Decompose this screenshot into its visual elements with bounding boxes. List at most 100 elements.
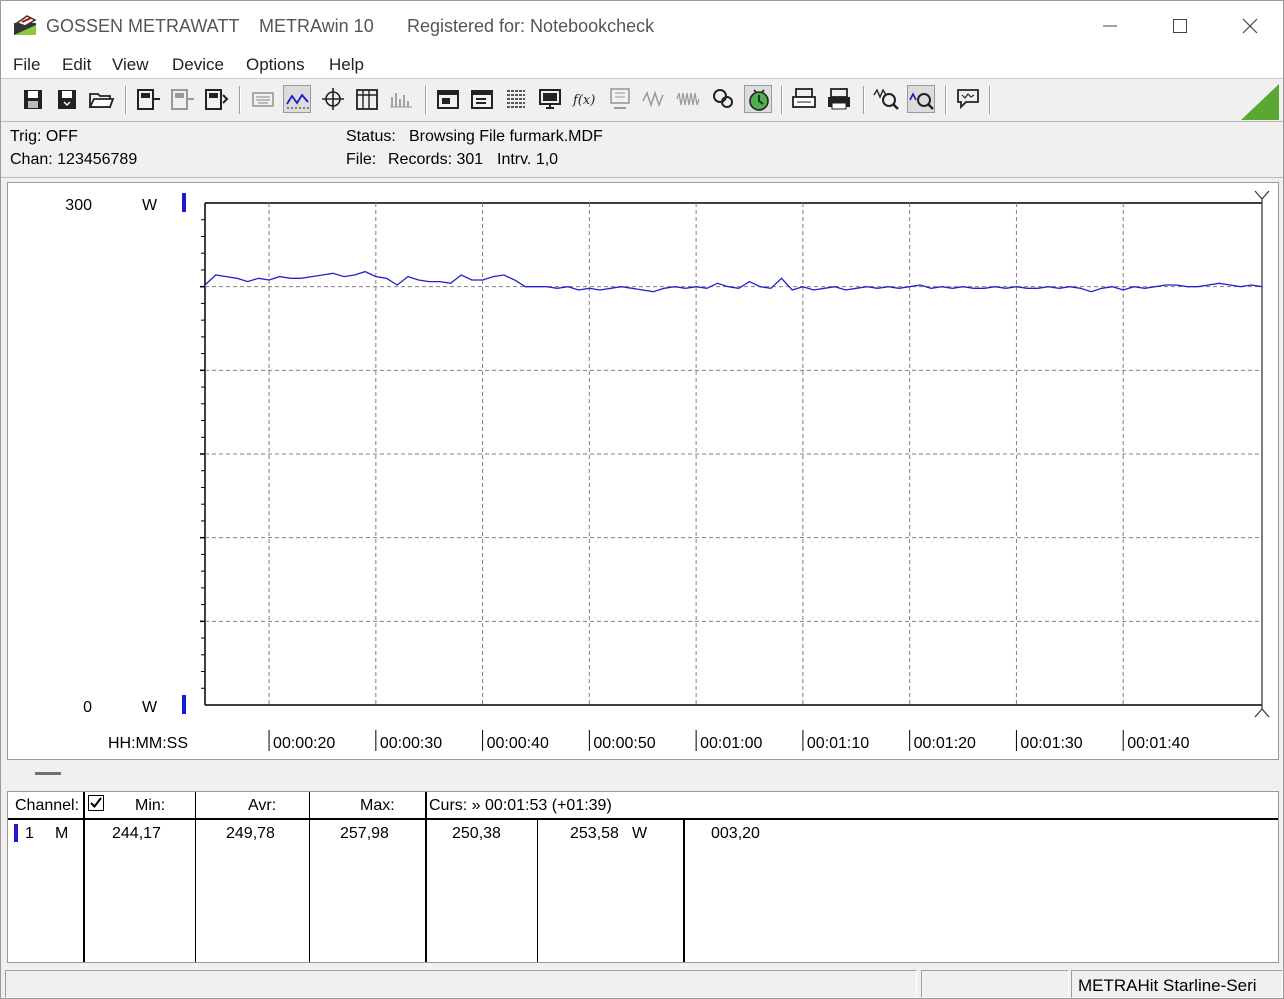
table-grid-icon — [356, 89, 378, 110]
channel-checkbox[interactable] — [88, 795, 104, 816]
print-preview-icon — [792, 88, 816, 108]
y-bottom-unit: W — [142, 699, 158, 716]
checkbox-checked-icon — [88, 795, 104, 811]
print-preview-button[interactable] — [790, 85, 818, 113]
menu-device[interactable]: Device — [172, 55, 224, 75]
column-divider — [83, 792, 85, 962]
zoom-full-button[interactable] — [872, 85, 900, 113]
waveform-button[interactable] — [674, 85, 702, 113]
minimize-button[interactable] — [1087, 9, 1133, 43]
status-pane-main — [5, 970, 917, 998]
x-tick-label: 00:00:20 — [273, 735, 335, 752]
print-button[interactable] — [825, 85, 853, 113]
signal-wave-icon — [642, 90, 664, 108]
header-channel: Channel: — [15, 797, 80, 814]
menu-edit[interactable]: Edit — [62, 55, 91, 75]
table-view-button[interactable] — [353, 85, 381, 113]
zoom-in-button[interactable] — [907, 85, 935, 113]
gossen-logo-icon — [14, 15, 37, 35]
cursor-top-marker — [1254, 190, 1270, 209]
x-tick-label: 00:01:40 — [1127, 735, 1189, 752]
waveform-icon — [676, 92, 700, 106]
title-bar[interactable]: GOSSEN METRAWATT METRAwin 10 Registered … — [1, 1, 1283, 51]
keyboard-button[interactable] — [249, 85, 277, 113]
function-button[interactable]: f(x) — [570, 85, 598, 113]
monitor-icon — [539, 89, 561, 109]
x-tick-label: 00:01:30 — [1020, 735, 1082, 752]
y-scale-marker-top — [182, 193, 186, 212]
close-icon — [1242, 18, 1258, 34]
maximize-button[interactable] — [1157, 9, 1203, 43]
online-monitor-button[interactable] — [536, 85, 564, 113]
device-info-button[interactable] — [606, 85, 634, 113]
import-button[interactable] — [434, 85, 462, 113]
menu-view[interactable]: View — [112, 55, 149, 75]
device-info-icon — [610, 88, 630, 109]
export-button[interactable] — [468, 85, 496, 113]
device-arrow-icon — [137, 89, 160, 110]
open-folder-icon — [88, 93, 115, 108]
device-disconnect-button[interactable] — [168, 85, 196, 113]
y-scale-marker-bottom — [182, 695, 186, 714]
menu-bar: File Edit View Device Options Help — [1, 51, 1283, 79]
toolbar-separator — [945, 86, 947, 114]
row-delta-value: 003,20 — [711, 825, 760, 842]
menu-help[interactable]: Help — [329, 55, 364, 75]
status-bar: METRAHit Starline-Seri — [1, 967, 1283, 998]
y-top-unit: W — [142, 197, 158, 214]
window-title-brand: GOSSEN METRAWATT — [46, 16, 240, 36]
menu-file[interactable]: File — [13, 55, 40, 75]
maximize-icon — [1173, 19, 1187, 33]
line-chart-icon — [286, 93, 309, 109]
device-disabled-icon — [171, 89, 194, 110]
toolbar-separator — [239, 86, 241, 114]
x-axis-label: HH:MM:SS — [108, 735, 188, 752]
zoom-wave-icon — [873, 88, 899, 110]
device-connect-button[interactable] — [134, 85, 162, 113]
menu-options[interactable]: Options — [246, 55, 305, 75]
x-tick-label: 00:00:30 — [380, 735, 442, 752]
device-name: METRAHit Starline-Seri — [1078, 976, 1257, 995]
crosshair-icon — [322, 88, 344, 110]
device-read-button[interactable] — [202, 85, 230, 113]
row-max-value: 257,98 — [340, 825, 389, 842]
row-unit: W — [632, 825, 648, 842]
bar-view-button[interactable] — [387, 85, 415, 113]
channel-table: Channel: Min: Avr: Max: Curs: » 00:01:53… — [7, 791, 1279, 963]
power-chart[interactable]: 00:00:20 00:00:30 00:00:40 00:00:50 00:01:00… — [8, 183, 1278, 759]
line-chart-view-button[interactable] — [283, 85, 311, 113]
close-button[interactable] — [1227, 9, 1273, 43]
chart-splitter[interactable] — [7, 760, 1279, 790]
interval-value: Intrv. 1,0 — [497, 151, 559, 168]
comment-button[interactable] — [954, 85, 982, 113]
import-window-icon — [437, 90, 459, 109]
row-channel-number: 1 — [25, 825, 34, 842]
row-avr-value: 249,78 — [226, 825, 275, 842]
channel-color-marker — [14, 824, 18, 842]
splitter-handle[interactable] — [35, 772, 61, 775]
window-title-app: METRAwin 10 — [259, 16, 374, 36]
save-as-button[interactable] — [53, 85, 81, 113]
save-as-disk-icon — [58, 90, 76, 109]
signal-button[interactable] — [640, 85, 668, 113]
save-file-button[interactable] — [19, 85, 47, 113]
printer-icon — [828, 88, 850, 110]
export-window-icon — [471, 90, 493, 109]
header-min: Min: — [135, 797, 166, 814]
file-label: File: — [346, 151, 377, 168]
open-file-button[interactable] — [87, 85, 115, 113]
zoom-link-button[interactable] — [709, 85, 737, 113]
record-settings-button[interactable] — [502, 85, 530, 113]
toolbar-separator — [863, 86, 865, 114]
device-read-icon — [205, 89, 229, 110]
column-divider — [195, 792, 196, 962]
row-mode: M — [55, 825, 69, 842]
auto-record-button[interactable] — [744, 85, 772, 113]
bar-chart-icon — [390, 93, 412, 108]
column-divider — [309, 792, 310, 962]
cursor-crosshair-button[interactable] — [319, 85, 347, 113]
function-fx-icon: f(x) — [572, 93, 595, 108]
toolbar-separator — [425, 86, 427, 114]
toolbar-separator — [781, 86, 783, 114]
chart-area[interactable]: 00:00:20 00:00:30 00:00:40 00:00:50 00:01:00… — [7, 182, 1279, 760]
